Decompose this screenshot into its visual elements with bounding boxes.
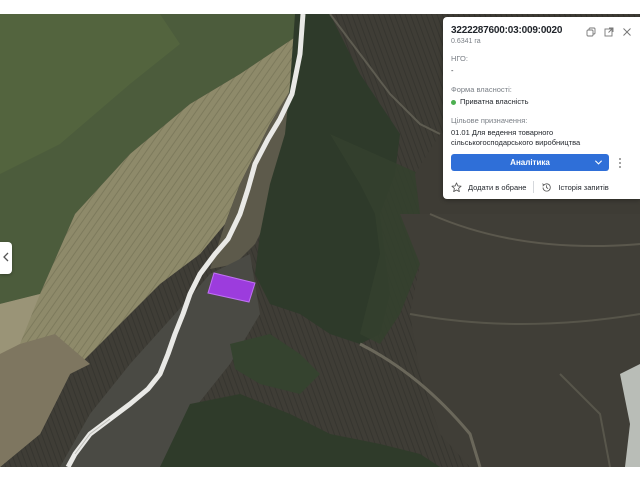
parcel-info-card: 3222287600:03:009:0020 0.6341 га НГО: - … [443,17,640,199]
history-icon [542,182,552,192]
ngo-value: - [451,66,454,75]
status-dot-icon [451,99,456,105]
cadastral-number: 3222287600:03:009:0020 [451,25,563,36]
action-row: Аналітика [451,154,632,171]
purpose-value: 01.01 Для ведення товарного сільськогосп… [451,128,581,147]
add-to-favorites-button[interactable]: Додати в обране [451,182,526,193]
favorites-label: Додати в обране [468,182,527,192]
ownership-value: Приватна власність [460,97,529,106]
ngo-label: НГО: [451,54,468,63]
chevron-left-icon [2,249,10,267]
ownership-label: Форма власності: [451,85,512,94]
external-link-icon[interactable] [604,27,614,37]
ownership-value-row: Приватна власність [451,97,632,107]
header-actions [586,27,632,37]
card-footer: Додати в обране Історія запитів [451,181,632,193]
purpose-label: Цільове призначення: [451,116,528,125]
ngo-field: НГО: - [451,54,632,76]
close-icon[interactable] [622,27,632,37]
divider [533,181,535,193]
history-label: Історія запитів [558,182,609,192]
more-vertical-icon[interactable] [615,156,625,170]
sidebar-collapse-button[interactable] [0,242,12,274]
copy-icon[interactable] [586,27,596,37]
analytics-label: Аналітика [510,158,550,167]
star-icon [451,182,462,192]
ownership-field: Форма власності: Приватна власність [451,85,632,107]
request-history-button[interactable]: Історія запитів [541,182,609,193]
card-header: 3222287600:03:009:0020 0.6341 га [451,25,632,45]
chevron-down-icon [594,160,603,165]
analytics-button[interactable]: Аналітика [451,154,609,171]
purpose-field: Цільове призначення: 01.01 Для ведення т… [451,116,632,148]
parcel-area: 0.6341 га [451,38,481,45]
